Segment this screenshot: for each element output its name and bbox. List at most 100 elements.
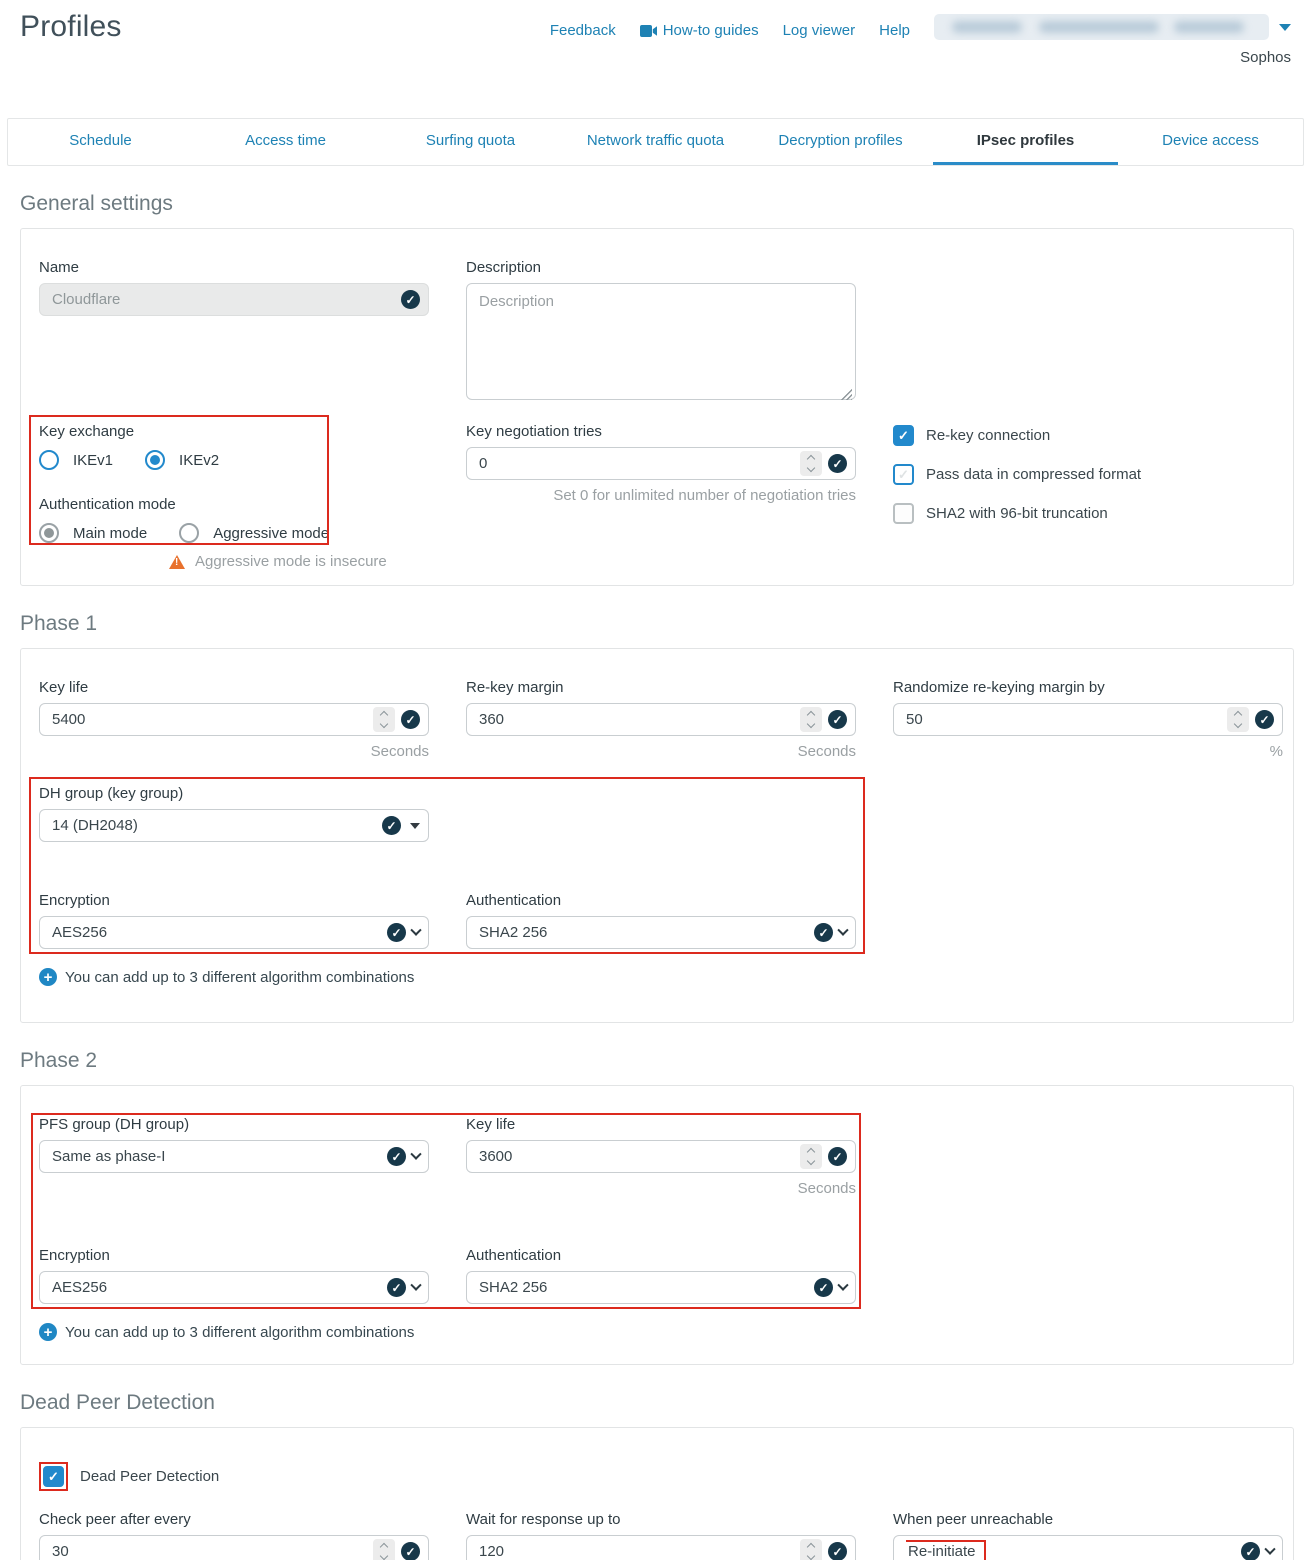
- rekey-margin-label: Re-key margin: [466, 679, 856, 696]
- wait-response-group: Wait for response up to 120 ✓ Seconds: [466, 1511, 856, 1560]
- valid-check-badge-icon: ✓: [387, 1147, 406, 1166]
- check-peer-group: Check peer after every 30 ✓ Seconds: [39, 1511, 429, 1560]
- phase2-encryption-select[interactable]: AES256 ✓: [39, 1271, 429, 1304]
- valid-check-badge-icon: ✓: [1241, 1542, 1260, 1560]
- add-combination-icon[interactable]: +: [39, 1323, 57, 1341]
- dpd-heading: Dead Peer Detection: [20, 1391, 1311, 1415]
- key-life-unit: Seconds: [39, 743, 429, 760]
- page-header: Profiles Feedback How-to guides Log view…: [0, 0, 1311, 66]
- phase1-encryption-select[interactable]: AES256 ✓: [39, 916, 429, 949]
- name-label: Name: [39, 259, 429, 276]
- caret-down-icon: [410, 823, 420, 829]
- name-field-group: Name Cloudflare ✓: [39, 259, 429, 316]
- compressed-format-label: Pass data in compressed format: [926, 466, 1141, 483]
- when-unreachable-group: When peer unreachable Re-initiate ✓: [893, 1511, 1283, 1560]
- pfs-group-select[interactable]: Same as phase-I ✓: [39, 1140, 429, 1173]
- general-settings-card: Name Cloudflare ✓ Description Key exchan…: [20, 228, 1294, 586]
- valid-check-badge-icon: ✓: [828, 1147, 847, 1166]
- log-viewer-link[interactable]: Log viewer: [783, 22, 856, 39]
- howto-guides-link[interactable]: How-to guides: [640, 22, 759, 39]
- compressed-format-checkbox[interactable]: ✓: [893, 464, 914, 485]
- chevron-down-icon[interactable]: [1279, 24, 1291, 31]
- device-selector[interactable]: [934, 14, 1269, 40]
- number-stepper[interactable]: [800, 1539, 822, 1560]
- valid-check-badge-icon: ✓: [828, 454, 847, 473]
- general-settings-heading: General settings: [20, 192, 1311, 216]
- randomize-margin-input[interactable]: 50 ✓: [893, 703, 1283, 736]
- valid-check-badge-icon: ✓: [387, 1278, 406, 1297]
- phase2-key-life-group: Key life 3600 ✓ Seconds: [466, 1116, 856, 1197]
- tab-ipsec-profiles[interactable]: IPsec profiles: [933, 119, 1118, 165]
- valid-check-badge-icon: ✓: [828, 710, 847, 729]
- warning-icon: [169, 555, 185, 569]
- rekey-connection-checkbox[interactable]: ✓: [893, 425, 914, 446]
- valid-check-badge-icon: ✓: [814, 1278, 833, 1297]
- phase2-authentication-select[interactable]: SHA2 256 ✓: [466, 1271, 856, 1304]
- dh-group-select[interactable]: 14 (DH2048) ✓: [39, 809, 429, 842]
- description-field-group: Description: [466, 259, 856, 404]
- valid-check-badge-icon: ✓: [401, 1542, 420, 1560]
- description-label: Description: [466, 259, 856, 276]
- number-stepper[interactable]: [800, 451, 822, 476]
- annotation-box-dpd-checkbox: ✓: [39, 1462, 68, 1491]
- wait-response-input[interactable]: 120 ✓: [466, 1535, 856, 1560]
- aggressive-mode-label: Aggressive mode: [213, 525, 329, 542]
- chevron-down-icon: [837, 924, 848, 935]
- check-peer-input[interactable]: 30 ✓: [39, 1535, 429, 1560]
- number-stepper[interactable]: [800, 1144, 822, 1169]
- help-link[interactable]: Help: [879, 22, 910, 39]
- phase2-key-life-input[interactable]: 3600 ✓: [466, 1140, 856, 1173]
- radio-ikev2[interactable]: [145, 450, 165, 470]
- rekey-margin-input[interactable]: 360 ✓: [466, 703, 856, 736]
- key-negotiation-help: Set 0 for unlimited number of negotiatio…: [466, 487, 856, 504]
- key-exchange-group: Key exchange IKEv1 IKEv2 Authentication …: [39, 423, 429, 570]
- valid-check-badge-icon: ✓: [1255, 710, 1274, 729]
- tab-access-time[interactable]: Access time: [193, 119, 378, 165]
- valid-check-badge-icon: ✓: [828, 1542, 847, 1560]
- page-title: Profiles: [20, 10, 122, 66]
- tab-device-access[interactable]: Device access: [1118, 119, 1303, 165]
- phase1-authentication-group: Authentication SHA2 256 ✓: [466, 892, 856, 949]
- feedback-link[interactable]: Feedback: [550, 22, 616, 39]
- dh-group-label: DH group (key group): [39, 785, 429, 802]
- number-stepper[interactable]: [1227, 707, 1249, 732]
- pfs-group-field: PFS group (DH group) Same as phase-I ✓: [39, 1116, 429, 1173]
- dpd-enable-label: Dead Peer Detection: [80, 1468, 219, 1485]
- key-negotiation-input[interactable]: 0 ✓: [466, 447, 856, 480]
- authentication-label: Authentication: [466, 892, 856, 909]
- ikev1-label: IKEv1: [73, 452, 113, 469]
- phase2-card: PFS group (DH group) Same as phase-I ✓ K…: [20, 1085, 1294, 1365]
- main-mode-label: Main mode: [73, 525, 147, 542]
- check-peer-label: Check peer after every: [39, 1511, 429, 1528]
- description-input[interactable]: [466, 283, 856, 400]
- phase2-note: You can add up to 3 different algorithm …: [65, 1324, 414, 1341]
- dpd-enable-checkbox[interactable]: ✓: [43, 1466, 64, 1487]
- number-stepper[interactable]: [373, 1539, 395, 1560]
- chevron-down-icon: [410, 924, 421, 935]
- profiles-tabbar: Schedule Access time Surfing quota Netwo…: [7, 118, 1304, 166]
- phase1-heading: Phase 1: [20, 612, 1311, 636]
- rekey-margin-group: Re-key margin 360 ✓ Seconds: [466, 679, 856, 760]
- valid-check-badge-icon: ✓: [387, 923, 406, 942]
- tab-surfing-quota[interactable]: Surfing quota: [378, 119, 563, 165]
- tab-schedule[interactable]: Schedule: [8, 119, 193, 165]
- howto-guides-label: How-to guides: [663, 22, 759, 39]
- radio-ikev1[interactable]: [39, 450, 59, 470]
- rekey-margin-unit: Seconds: [466, 743, 856, 760]
- chevron-down-icon: [837, 1279, 848, 1290]
- phase1-encryption-group: Encryption AES256 ✓: [39, 892, 429, 949]
- tab-decryption-profiles[interactable]: Decryption profiles: [748, 119, 933, 165]
- phase2-encryption-group: Encryption AES256 ✓: [39, 1247, 429, 1304]
- when-unreachable-select[interactable]: Re-initiate ✓: [893, 1535, 1283, 1560]
- phase1-authentication-select[interactable]: SHA2 256 ✓: [466, 916, 856, 949]
- tab-network-traffic-quota[interactable]: Network traffic quota: [563, 119, 748, 165]
- add-combination-icon[interactable]: +: [39, 968, 57, 986]
- number-stepper[interactable]: [800, 707, 822, 732]
- key-negotiation-label: Key negotiation tries: [466, 423, 856, 440]
- number-stepper[interactable]: [373, 707, 395, 732]
- when-unreachable-label: When peer unreachable: [893, 1511, 1283, 1528]
- key-life-unit: Seconds: [466, 1180, 856, 1197]
- phase2-heading: Phase 2: [20, 1049, 1311, 1073]
- key-life-input[interactable]: 5400 ✓: [39, 703, 429, 736]
- encryption-label: Encryption: [39, 892, 429, 909]
